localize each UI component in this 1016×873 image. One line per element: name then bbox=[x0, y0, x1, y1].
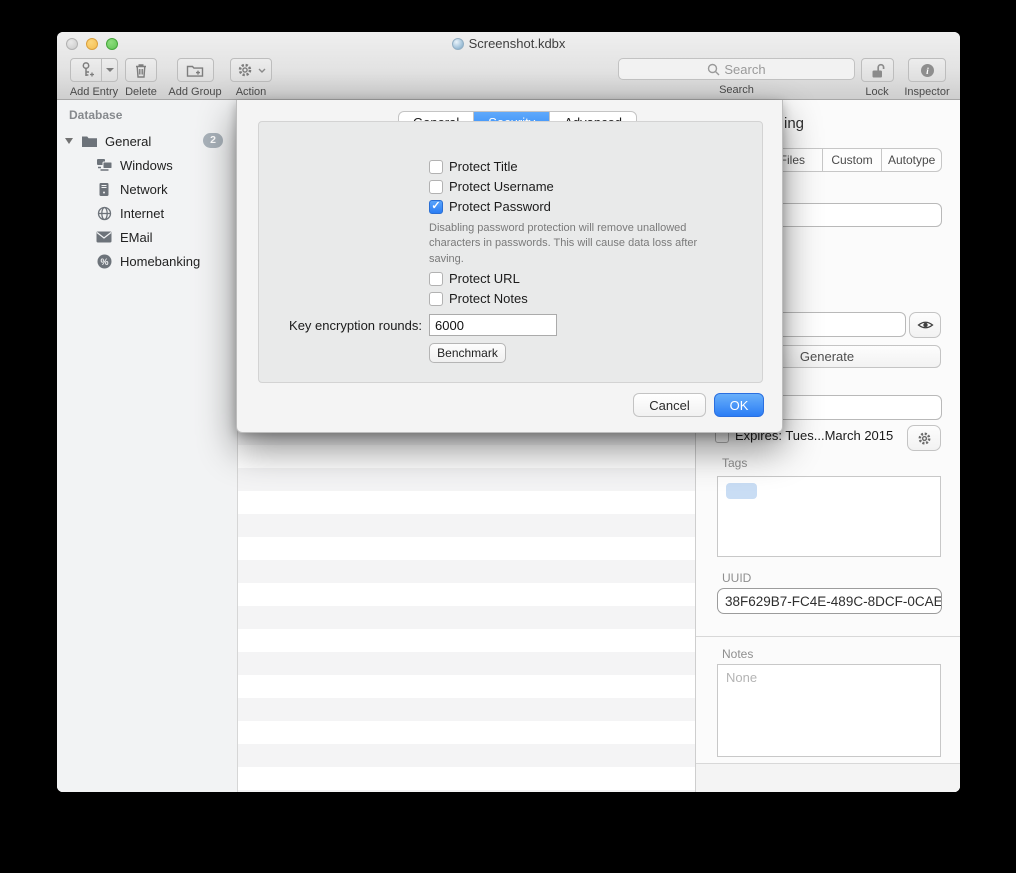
security-dialog: General Security Advanced ✓ Protect Titl… bbox=[236, 100, 783, 433]
sidebar-item-label: Homebanking bbox=[120, 254, 200, 269]
action-label: Action bbox=[236, 86, 267, 98]
add-entry-button[interactable] bbox=[70, 58, 102, 82]
trash-icon bbox=[133, 62, 149, 79]
delete-button[interactable] bbox=[125, 58, 157, 82]
search-text-input[interactable] bbox=[619, 59, 854, 79]
inspector-label: Inspector bbox=[904, 86, 949, 98]
checkbox-box: ✓ bbox=[429, 200, 443, 214]
sidebar-item-email[interactable]: EMail bbox=[57, 226, 237, 248]
checkbox-box: ✓ bbox=[429, 272, 443, 286]
protect-password-checkbox[interactable]: ✓ Protect Password bbox=[429, 199, 551, 214]
gear-icon bbox=[917, 431, 932, 446]
action-button[interactable] bbox=[230, 58, 272, 82]
tool-action: Action bbox=[225, 58, 277, 98]
notes-label: Notes bbox=[722, 647, 753, 661]
checkbox-box: ✓ bbox=[429, 292, 443, 306]
expires-settings-button[interactable] bbox=[907, 425, 941, 451]
inspector-button[interactable]: i bbox=[908, 58, 946, 82]
cancel-button[interactable]: Cancel bbox=[633, 393, 706, 417]
tool-delete: Delete bbox=[119, 58, 163, 98]
sidebar-item-label: Network bbox=[120, 182, 168, 197]
folder-plus-icon bbox=[186, 63, 204, 78]
tool-lock: Lock bbox=[855, 58, 899, 98]
info-icon: i bbox=[920, 63, 935, 78]
inspector-entry-title: ing bbox=[784, 115, 804, 132]
content-area: Database General 2 Windows bbox=[57, 100, 960, 792]
tool-add-entry: Add Entry bbox=[66, 58, 122, 98]
lock-icon bbox=[869, 62, 886, 79]
folder-icon bbox=[80, 133, 98, 149]
svg-text:i: i bbox=[926, 67, 929, 77]
checkbox-box: ✓ bbox=[429, 160, 443, 174]
tags-box[interactable] bbox=[717, 476, 941, 557]
sidebar-item-internet[interactable]: Internet bbox=[57, 202, 237, 224]
lock-button[interactable] bbox=[861, 58, 894, 82]
disclosure-triangle-icon[interactable] bbox=[65, 138, 73, 144]
inspector-footer bbox=[696, 764, 960, 792]
sidebar-item-network[interactable]: Network bbox=[57, 178, 237, 200]
sidebar-item-label: Windows bbox=[120, 158, 173, 173]
divider bbox=[696, 636, 960, 637]
check-icon: ✓ bbox=[431, 201, 440, 212]
window-title: Screenshot.kdbx bbox=[57, 36, 960, 53]
security-groupbox: ✓ Protect Title ✓ Protect Username ✓ Pro… bbox=[258, 121, 763, 383]
tab-custom[interactable]: Custom bbox=[822, 149, 882, 171]
search-input[interactable]: Search bbox=[618, 58, 855, 80]
windows-icon bbox=[95, 157, 113, 173]
gear-icon bbox=[237, 62, 253, 78]
checkbox-box: ✓ bbox=[429, 180, 443, 194]
chevron-down-icon bbox=[106, 68, 114, 72]
eye-icon bbox=[917, 319, 934, 331]
globe-icon bbox=[95, 205, 113, 221]
uuid-field[interactable]: 38F629B7-FC4E-489C-8DCF-0CAE bbox=[717, 588, 942, 614]
chevron-down-icon bbox=[258, 68, 266, 73]
sidebar-item-label: General bbox=[105, 134, 151, 149]
svg-text:%: % bbox=[100, 256, 108, 266]
sidebar-item-general[interactable]: General 2 bbox=[57, 130, 237, 152]
percent-circle-icon: % bbox=[95, 253, 113, 269]
notes-field[interactable]: None bbox=[717, 664, 941, 757]
search-label: Search bbox=[719, 84, 754, 96]
lock-label: Lock bbox=[865, 86, 888, 98]
reveal-password-button[interactable] bbox=[909, 312, 941, 338]
sidebar-item-homebanking[interactable]: % Homebanking bbox=[57, 250, 237, 272]
add-entry-label: Add Entry bbox=[70, 86, 118, 98]
add-group-label: Add Group bbox=[168, 86, 221, 98]
sidebar-header: Database bbox=[69, 108, 122, 122]
count-badge: 2 bbox=[203, 133, 223, 148]
key-encryption-rounds-input[interactable] bbox=[429, 314, 557, 336]
title-toolbar: Screenshot.kdbx Add Entry bbox=[57, 32, 960, 100]
inspector-tabs: Files Custom Autotype bbox=[762, 148, 942, 172]
add-group-button[interactable] bbox=[177, 58, 214, 82]
protect-notes-checkbox[interactable]: ✓ Protect Notes bbox=[429, 291, 528, 306]
tags-label: Tags bbox=[722, 456, 747, 470]
benchmark-button[interactable]: Benchmark bbox=[429, 343, 506, 363]
ok-button[interactable]: OK bbox=[714, 393, 764, 417]
generate-button-label: Generate bbox=[800, 349, 854, 364]
add-entry-dropdown-button[interactable] bbox=[101, 58, 118, 82]
tool-search: Search Search bbox=[618, 58, 855, 96]
network-icon bbox=[95, 181, 113, 197]
document-proxy-icon bbox=[452, 38, 464, 50]
sidebar: Database General 2 Windows bbox=[57, 100, 238, 792]
envelope-icon bbox=[95, 229, 113, 245]
uuid-label: UUID bbox=[722, 571, 751, 585]
window-title-text: Screenshot.kdbx bbox=[469, 36, 566, 51]
sidebar-item-label: Internet bbox=[120, 206, 164, 221]
protect-username-checkbox[interactable]: ✓ Protect Username bbox=[429, 179, 554, 194]
password-protection-warning: Disabling password protection will remov… bbox=[429, 221, 734, 267]
tool-add-group: Add Group bbox=[167, 58, 223, 98]
tool-inspector: i Inspector bbox=[902, 58, 952, 98]
key-encryption-rounds-label: Key encryption rounds: bbox=[259, 318, 422, 333]
key-plus-icon bbox=[78, 61, 95, 79]
tab-autotype[interactable]: Autotype bbox=[881, 149, 941, 171]
sidebar-item-windows[interactable]: Windows bbox=[57, 154, 237, 176]
delete-label: Delete bbox=[125, 86, 157, 98]
app-window: Screenshot.kdbx Add Entry bbox=[57, 32, 960, 792]
sidebar-item-label: EMail bbox=[120, 230, 153, 245]
protect-title-checkbox[interactable]: ✓ Protect Title bbox=[429, 159, 518, 174]
notes-placeholder: None bbox=[726, 670, 757, 685]
protect-url-checkbox[interactable]: ✓ Protect URL bbox=[429, 271, 520, 286]
tag-token[interactable] bbox=[726, 483, 757, 499]
